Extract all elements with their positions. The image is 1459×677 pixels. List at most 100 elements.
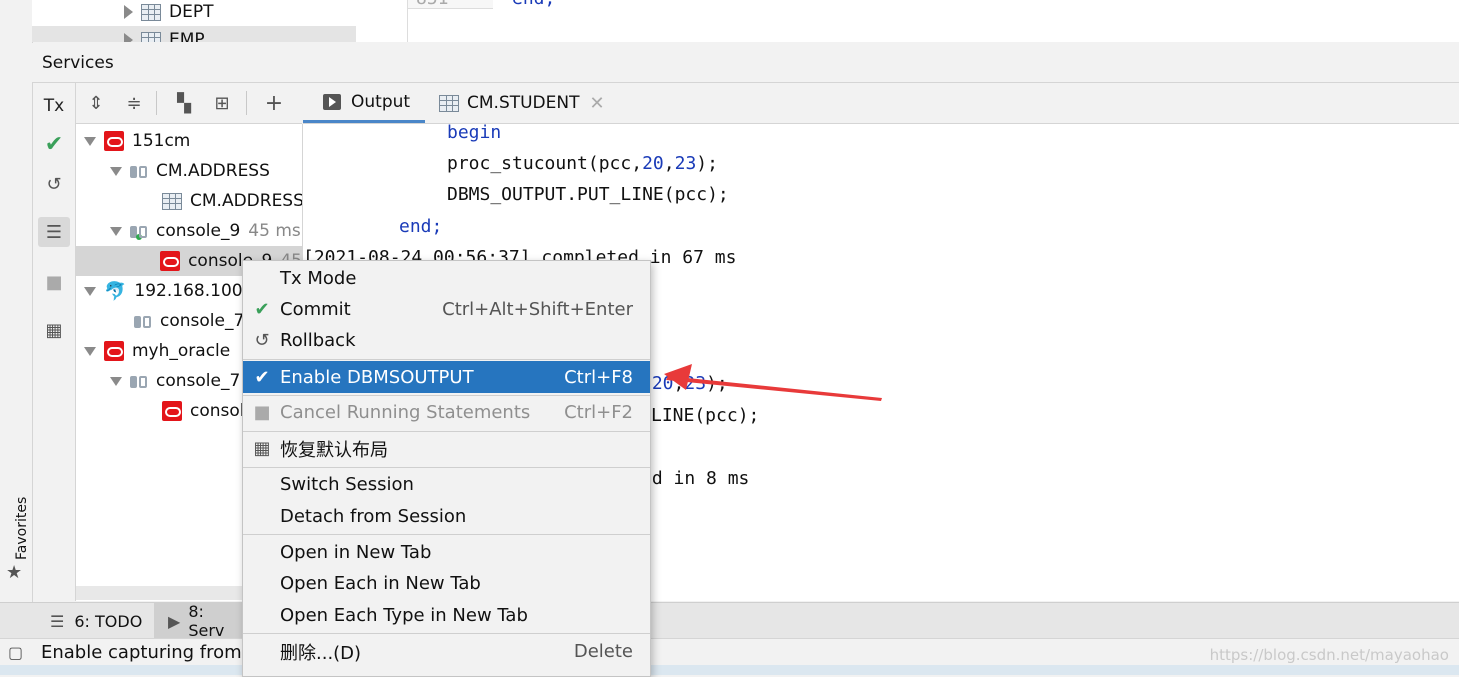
tree-item-label: EMP (169, 30, 205, 42)
oracle-icon (160, 251, 181, 271)
menu-item-detach-session[interactable]: Detach from Session (243, 501, 650, 532)
code-line: end; (512, 0, 555, 9)
tab-label: CM.STUDENT (467, 93, 580, 113)
oracle-icon (104, 131, 124, 151)
shortcut: Delete (573, 641, 633, 662)
add-icon[interactable]: + (262, 91, 286, 116)
output-line: begin (447, 124, 502, 143)
connected-dot-icon (136, 234, 142, 240)
expand-arrow-icon[interactable] (124, 33, 133, 42)
expand-all-icon[interactable]: ⇕ (84, 91, 108, 115)
rollback-icon: ↺ (254, 330, 270, 351)
services-tree-toolbar: ⇕ ≑ ▚ ⊞ + (76, 83, 302, 124)
oracle-icon (162, 401, 182, 421)
todo-tool-button[interactable]: ☰ 6: TODO (50, 603, 142, 639)
table-icon (141, 31, 161, 42)
favorites-tool-button[interactable]: Favorites ★ (2, 490, 30, 590)
menu-item-open-each-type-new-tab[interactable]: Open Each Type in New Tab (243, 600, 650, 631)
tab-label: Output (351, 91, 411, 112)
rollback-icon[interactable]: ↺ (38, 169, 70, 199)
tab-output[interactable]: Output (303, 83, 425, 123)
collapse-arrow-icon[interactable] (110, 226, 122, 236)
menu-item-cancel-running[interactable]: ■ Cancel Running Statements Ctrl+F2 (243, 397, 650, 428)
watermark: https://blog.csdn.net/mayaohao (1209, 646, 1449, 664)
collapse-arrow-icon[interactable] (84, 286, 96, 296)
tree-item-cm-address-session[interactable]: CM.ADDRESS (102, 157, 270, 185)
output-console-icon (323, 93, 341, 110)
group-by-icon[interactable]: ▚ (172, 91, 196, 115)
database-tree-top: DEPT EMP (32, 0, 408, 42)
tree-item-emp[interactable]: EMP (32, 26, 356, 42)
tree-item-label: 151cm (132, 131, 191, 151)
tool-window-toggle-icon[interactable]: ▢ (8, 643, 23, 662)
expand-arrow-icon[interactable] (124, 5, 133, 19)
tree-item-151cm[interactable]: 151cm (76, 127, 190, 155)
table-icon (162, 192, 182, 210)
output-line: LINE(pcc); (651, 405, 760, 426)
table-icon (141, 3, 161, 21)
services-tool-button[interactable]: ▶ 8: Serv (154, 602, 242, 640)
menu-separator (243, 359, 650, 360)
tree-item-duration: 45 ms (248, 221, 301, 241)
menu-item-open-each-new-tab[interactable]: Open Each in New Tab (243, 568, 650, 599)
output-toggle-icon[interactable]: ☰ (38, 217, 70, 247)
menu-item-enable-dbmsoutput[interactable]: ✔ Enable DBMSOUTPUT Ctrl+F8 (243, 361, 650, 393)
tree-item-label: DEPT (169, 2, 214, 22)
session-icon (130, 164, 148, 178)
menu-separator (243, 633, 650, 634)
tree-item-console-7[interactable]: console_7 (134, 307, 244, 335)
menu-item-commit[interactable]: ✔ Commit Ctrl+Alt+Shift+Enter (243, 294, 650, 325)
tree-item-label: console_9 (156, 221, 241, 241)
tree-item-console-7-session[interactable]: console_7 (102, 367, 240, 395)
mysql-icon: 🐬 (104, 280, 127, 302)
collapse-arrow-icon[interactable] (110, 166, 122, 176)
menu-item-open-new-tab[interactable]: Open in New Tab (243, 537, 650, 568)
stop-icon[interactable]: ■ (38, 267, 70, 297)
oracle-icon (104, 341, 124, 361)
output-line: DBMS_OUTPUT.PUT_LINE(pcc); (447, 184, 729, 205)
status-message: Enable capturing from (41, 642, 242, 663)
menu-item-tx-mode[interactable]: Tx Mode (243, 263, 650, 294)
tab-cm-student[interactable]: CM.STUDENT ✕ (439, 83, 605, 123)
collapse-arrow-icon[interactable] (84, 346, 96, 356)
shortcut: Ctrl+F8 (564, 366, 633, 388)
annotation-arrow (664, 364, 882, 401)
tx-mode-button[interactable]: Tx (38, 91, 70, 121)
tree-item-console-9-session[interactable]: console_9 45 ms (102, 217, 301, 245)
editor-top: 851 end; (408, 0, 1459, 42)
menu-item-rollback[interactable]: ↺ Rollback (243, 325, 650, 356)
new-tab-icon[interactable]: ⊞ (210, 91, 234, 115)
output-line: ed in 8 ms (641, 468, 750, 489)
services-side-toolbar: Tx ✔ ↺ ☰ ■ ▦ (33, 83, 76, 601)
panel-title: Services (42, 53, 114, 73)
tree-item-myh-oracle[interactable]: myh_oracle (76, 337, 230, 365)
shortcut: Ctrl+F2 (564, 402, 633, 423)
commit-check-icon[interactable]: ✔ (38, 129, 70, 159)
check-icon: ✔ (254, 366, 270, 388)
output-tab-bar: Output CM.STUDENT ✕ (303, 83, 1459, 124)
collapse-all-icon[interactable]: ≑ (122, 91, 146, 115)
menu-item-switch-session[interactable]: Switch Session (243, 469, 650, 500)
shortcut: Ctrl+Alt+Shift+Enter (442, 299, 633, 320)
tool-button-label: 6: TODO (74, 611, 143, 631)
menu-item-delete[interactable]: 删除...(D) Delete (243, 636, 650, 667)
tree-item-cm-address-table[interactable]: CM.ADDRESS (162, 187, 302, 215)
toolbar-separator (246, 91, 247, 115)
check-icon: ✔ (254, 299, 270, 320)
services-icon: ▶ (168, 611, 181, 631)
tree-item-mysql-host[interactable]: 🐬 192.168.100 (76, 277, 243, 305)
layout-icon: ▦ (253, 438, 271, 459)
close-icon[interactable]: ✕ (590, 93, 605, 114)
collapse-arrow-icon[interactable] (84, 136, 96, 146)
layout-icon[interactable]: ▦ (38, 315, 70, 345)
left-tool-stripe: Favorites ★ (0, 0, 33, 637)
star-icon: ★ (6, 562, 23, 583)
menu-item-restore-layout[interactable]: ▦ 恢复默认布局 (243, 433, 650, 464)
tree-item-dept[interactable]: DEPT (116, 0, 213, 26)
session-icon (134, 314, 152, 328)
tree-item-label: myh_oracle (132, 341, 231, 361)
session-icon (130, 374, 148, 388)
menu-separator (243, 534, 650, 535)
menu-separator (243, 395, 650, 396)
collapse-arrow-icon[interactable] (110, 376, 122, 386)
